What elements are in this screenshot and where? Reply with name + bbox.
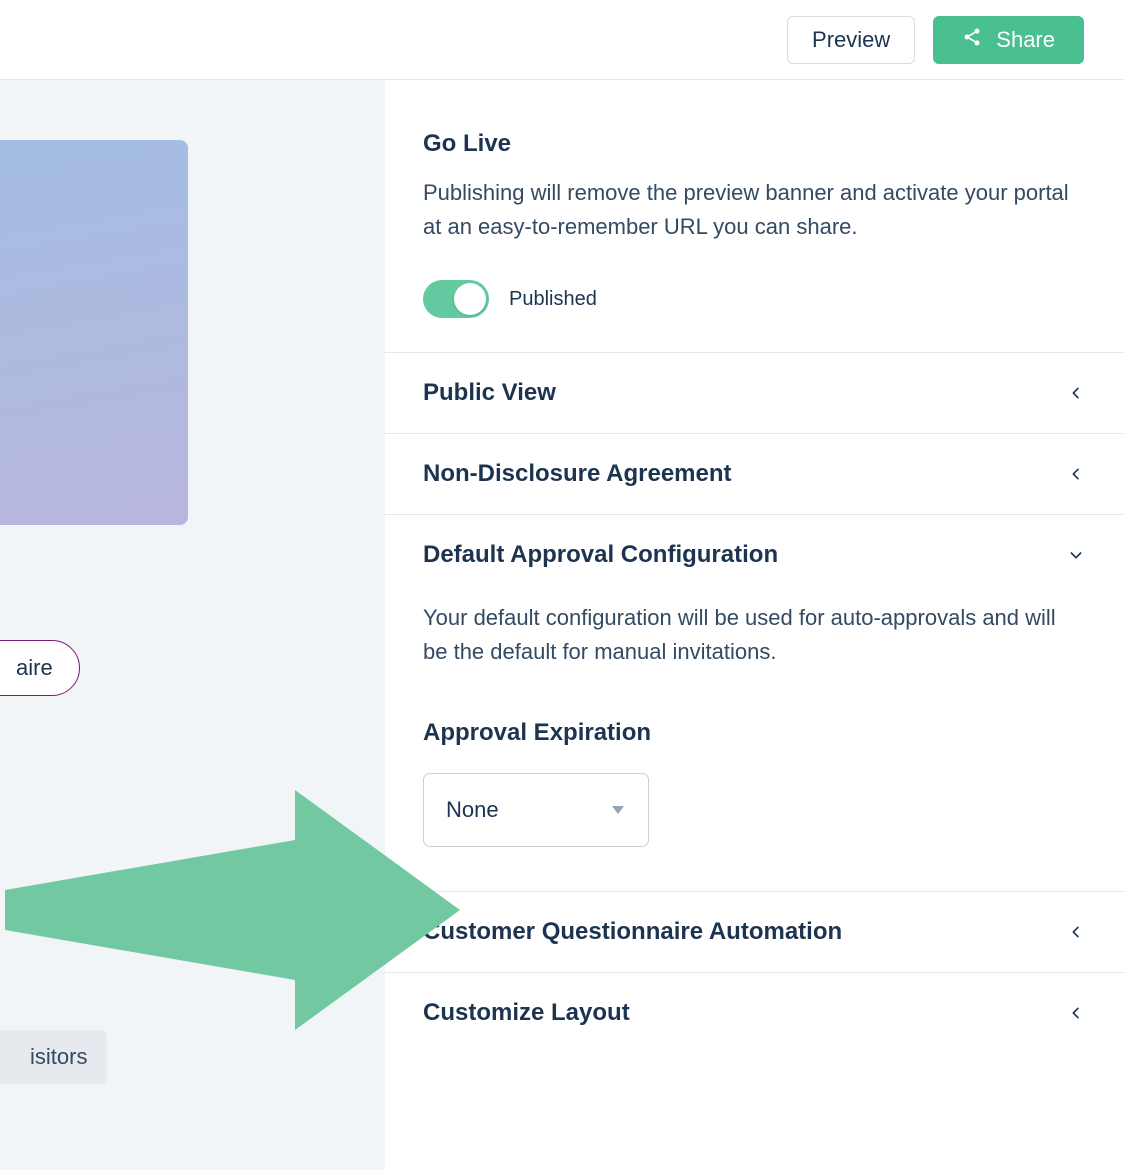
share-icon [962, 27, 982, 53]
published-toggle-label: Published [509, 288, 597, 311]
default-approval-config-row[interactable]: Default Approval Configuration [385, 515, 1124, 595]
published-toggle[interactable] [423, 280, 489, 318]
top-bar: Preview Share [0, 0, 1124, 80]
chevron-left-icon [1066, 922, 1086, 942]
customize-layout-row[interactable]: Customize Layout [385, 973, 1124, 1053]
go-live-description: Publishing will remove the preview banne… [423, 176, 1086, 244]
go-live-section: Go Live Publishing will remove the previ… [385, 80, 1124, 353]
default-approval-config-description: Your default configuration will be used … [423, 601, 1086, 669]
caret-down-icon [610, 804, 626, 816]
public-view-label: Public View [423, 379, 556, 407]
visitors-tag[interactable]: isitors [0, 1030, 107, 1084]
customer-questionnaire-automation-row[interactable]: Customer Questionnaire Automation [385, 892, 1124, 973]
preview-button[interactable]: Preview [787, 16, 915, 64]
approval-expiration-label: Approval Expiration [423, 719, 1086, 747]
share-button[interactable]: Share [933, 16, 1084, 64]
settings-panel: Go Live Publishing will remove the previ… [385, 80, 1124, 1170]
public-view-row[interactable]: Public View [385, 353, 1124, 434]
share-button-label: Share [996, 27, 1055, 53]
published-toggle-row: Published [423, 280, 1086, 318]
chevron-left-icon [1066, 383, 1086, 403]
nda-row[interactable]: Non-Disclosure Agreement [385, 434, 1124, 515]
approval-expiration-value: None [446, 797, 499, 823]
toggle-knob [454, 283, 486, 315]
default-approval-config-body: Your default configuration will be used … [385, 601, 1124, 892]
chevron-left-icon [1066, 1003, 1086, 1023]
left-preview-pane: aire isitors [0, 80, 385, 1170]
chevron-left-icon [1066, 464, 1086, 484]
chevron-down-icon [1066, 545, 1086, 565]
content-area: aire isitors Go Live Publishing will rem… [0, 80, 1124, 1170]
questionnaire-chip[interactable]: aire [0, 640, 80, 696]
go-live-title: Go Live [423, 130, 1086, 158]
approval-expiration-select[interactable]: None [423, 773, 649, 847]
questionnaire-chip-label: aire [16, 655, 53, 681]
portal-preview-image [0, 140, 188, 525]
nda-label: Non-Disclosure Agreement [423, 460, 732, 488]
preview-button-label: Preview [812, 27, 890, 53]
customer-questionnaire-automation-label: Customer Questionnaire Automation [423, 918, 842, 946]
customize-layout-label: Customize Layout [423, 999, 630, 1027]
visitors-tag-label: isitors [30, 1044, 87, 1070]
default-approval-config-label: Default Approval Configuration [423, 541, 778, 569]
